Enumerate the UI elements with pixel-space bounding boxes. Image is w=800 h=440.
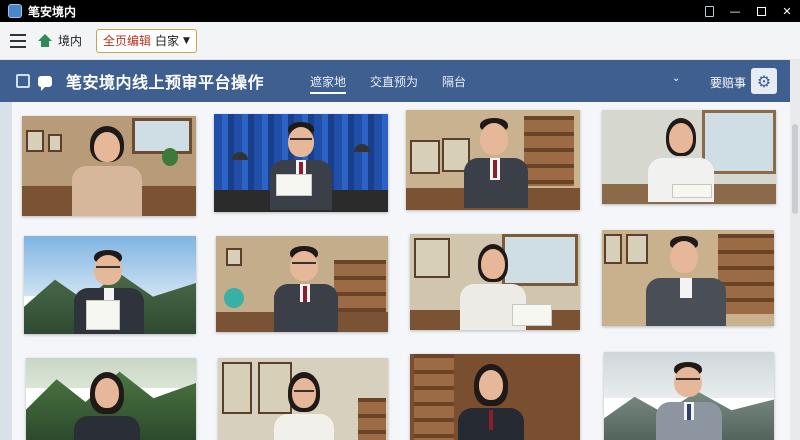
photo	[26, 358, 196, 440]
tab-platform[interactable]: 隔台	[430, 60, 478, 102]
maximize-button[interactable]	[748, 0, 774, 22]
scrollbar-thumb[interactable]	[792, 124, 798, 214]
user-menu[interactable]: 要赔事	[710, 74, 746, 91]
doc-icon[interactable]	[696, 0, 722, 22]
menu-icon[interactable]	[10, 33, 26, 48]
photo	[22, 116, 196, 216]
window-title: 笔安境内	[28, 4, 77, 19]
mode-select-value: 白家	[155, 34, 180, 48]
mode-select[interactable]: 全页编辑 白家 ▼	[96, 28, 197, 53]
header-tabs: 遮家地 交直预为 隔台	[298, 60, 478, 102]
gallery-photo-7[interactable]	[410, 234, 580, 330]
chevron-down-icon[interactable]: ⌄	[672, 73, 680, 84]
chat-icon[interactable]	[38, 75, 52, 91]
gallery-photo-9[interactable]	[26, 358, 196, 440]
close-button[interactable]: ✕	[774, 0, 800, 22]
gallery-photo-6[interactable]	[216, 236, 388, 332]
side-strip	[0, 102, 12, 440]
photo	[24, 236, 196, 334]
gallery-photo-11[interactable]	[410, 354, 580, 440]
gallery-photo-3[interactable]	[406, 110, 580, 210]
photo	[410, 354, 580, 440]
window-titlebar: 笔安境内 — ✕	[0, 0, 800, 22]
logo-icon	[16, 74, 30, 88]
tab-home[interactable]: 遮家地	[298, 60, 358, 102]
gallery-photo-4[interactable]	[602, 110, 776, 204]
photo	[602, 230, 774, 326]
gallery-photo-1[interactable]	[22, 116, 196, 216]
scrollbar[interactable]	[790, 60, 800, 440]
photo	[214, 114, 388, 212]
photo	[602, 110, 776, 204]
gallery-photo-12[interactable]	[604, 352, 774, 440]
gallery-photo-5[interactable]	[24, 236, 196, 334]
toolbar: 境内 全页编辑 白家 ▼	[0, 22, 800, 60]
photo	[604, 352, 774, 440]
photo	[410, 234, 580, 330]
gallery-photo-10[interactable]	[218, 358, 388, 440]
tab-review[interactable]: 交直预为	[358, 60, 430, 102]
photo	[216, 236, 388, 332]
gallery-photo-2[interactable]	[214, 114, 388, 212]
mode-select-accent: 全页编辑	[103, 34, 152, 48]
minimize-button[interactable]: —	[722, 0, 748, 22]
nav-label[interactable]: 境内	[58, 32, 82, 49]
photo	[406, 110, 580, 210]
photo	[218, 358, 388, 440]
window-controls: — ✕	[696, 0, 800, 22]
home-icon[interactable]	[38, 33, 52, 48]
chevron-down-icon: ▼	[183, 35, 190, 46]
app-header: 笔安境内线上预审平台操作 遮家地 交直预为 隔台 ⌄ 要赔事 ⚙	[0, 60, 790, 102]
gear-icon[interactable]: ⚙	[751, 68, 777, 94]
app-icon	[8, 4, 22, 18]
page-title: 笔安境内线上预审平台操作	[66, 73, 265, 92]
gallery-photo-8[interactable]	[602, 230, 774, 326]
